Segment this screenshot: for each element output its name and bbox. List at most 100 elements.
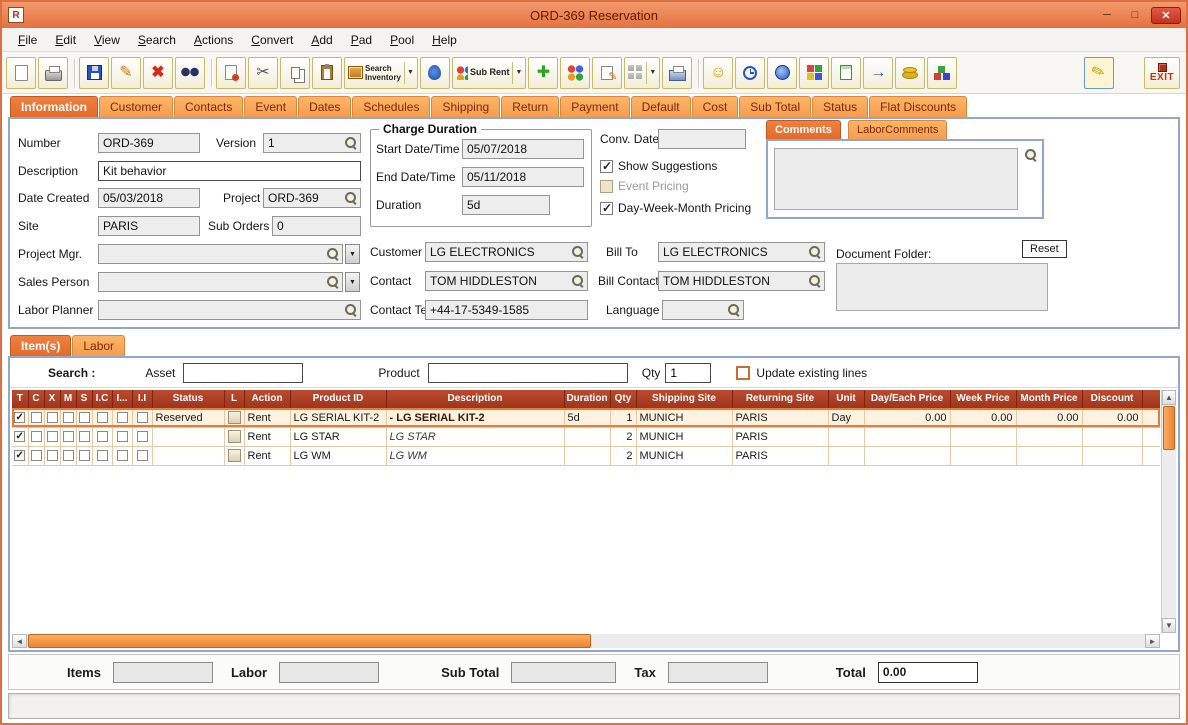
table-row[interactable]: ✓ Rent LG WM LG WM 2 MUNICH PARIS <box>12 446 1160 466</box>
line-options-button[interactable] <box>227 411 241 424</box>
event-pricing-checkbox[interactable] <box>600 179 613 193</box>
row-flag-checkbox[interactable] <box>96 450 108 462</box>
horizontal-scroll-thumb[interactable] <box>28 634 591 648</box>
exit-button[interactable]: EXIT <box>1144 56 1180 89</box>
tab-default[interactable]: Default <box>630 96 691 117</box>
pool-drop-button[interactable] <box>419 56 450 89</box>
column-header[interactable]: S <box>76 390 93 409</box>
version-field[interactable]: 1 <box>263 133 361 153</box>
column-header[interactable]: Month Price <box>1016 390 1083 409</box>
column-header[interactable]: Product ID <box>290 390 387 409</box>
crew-button[interactable] <box>560 56 591 89</box>
row-flag-checkbox[interactable] <box>136 431 148 443</box>
bill-contact-search-icon[interactable] <box>809 275 822 288</box>
copy-button[interactable] <box>280 56 310 89</box>
column-header[interactable]: C <box>28 390 45 409</box>
menu-pad[interactable]: Pad <box>343 30 380 50</box>
cut-button[interactable]: ✂ <box>248 56 278 89</box>
row-flag-checkbox[interactable] <box>30 412 42 424</box>
row-select-checkbox[interactable]: ✓ <box>14 412 26 424</box>
tab-dates[interactable]: Dates <box>298 96 352 117</box>
row-flag-checkbox[interactable] <box>62 450 74 462</box>
vertical-scroll-thumb[interactable] <box>1163 406 1175 450</box>
qty-input[interactable] <box>665 362 712 383</box>
description-field[interactable]: Kit behavior <box>98 161 361 181</box>
payments-button[interactable] <box>895 56 926 89</box>
sales-person-search-icon[interactable] <box>327 276 340 289</box>
menu-convert[interactable]: Convert <box>243 30 301 50</box>
row-flag-checkbox[interactable] <box>116 450 128 462</box>
tab-items[interactable]: Item(s) <box>10 335 72 356</box>
column-header[interactable]: Shipping Site <box>636 390 733 409</box>
project-search-icon[interactable] <box>345 192 358 205</box>
tab-flat-discounts[interactable]: Flat Discounts <box>869 96 968 117</box>
menu-search[interactable]: Search <box>130 30 184 50</box>
web-button[interactable] <box>767 56 798 89</box>
language-search-icon[interactable] <box>728 304 741 317</box>
bill-to-field[interactable]: LG ELECTRONICS <box>658 242 825 262</box>
tab-cost[interactable]: Cost <box>691 96 739 117</box>
menu-help[interactable]: Help <box>424 30 465 50</box>
conv-date-field[interactable] <box>658 129 746 149</box>
row-flag-checkbox[interactable] <box>46 450 58 462</box>
column-header[interactable]: L <box>224 390 245 409</box>
menu-actions[interactable]: Actions <box>186 30 241 50</box>
show-suggestions-checkbox[interactable] <box>600 159 613 173</box>
edit-button[interactable]: ✎ <box>111 56 141 89</box>
row-select-checkbox[interactable]: ✓ <box>14 450 26 462</box>
tab-schedules[interactable]: Schedules <box>352 96 431 117</box>
tab-customer[interactable]: Customer <box>99 96 174 117</box>
row-flag-checkbox[interactable] <box>136 412 148 424</box>
column-header[interactable]: Discount <box>1082 390 1143 409</box>
line-options-button[interactable] <box>227 449 241 462</box>
table-row[interactable]: ✓ Rent LG STAR LG STAR 2 MUNICH PARIS <box>12 427 1160 447</box>
bill-contact-field[interactable]: TOM HIDDLESTON <box>658 271 825 291</box>
date-created-field[interactable]: 05/03/2018 <box>98 188 200 208</box>
row-flag-checkbox[interactable] <box>46 431 58 443</box>
tab-status[interactable]: Status <box>812 96 869 117</box>
save-button[interactable] <box>79 56 109 89</box>
day-week-month-pricing-checkbox[interactable] <box>600 201 613 215</box>
scroll-down-button[interactable]: ▼ <box>1162 618 1176 633</box>
menu-file[interactable]: File <box>10 30 45 50</box>
tab-return[interactable]: Return <box>501 96 560 117</box>
row-flag-checkbox[interactable] <box>136 450 148 462</box>
customer-search-icon[interactable] <box>572 246 585 259</box>
row-flag-checkbox[interactable] <box>96 412 108 424</box>
time-button[interactable] <box>735 56 766 89</box>
notes-button[interactable] <box>831 56 862 89</box>
edit-note-button[interactable] <box>592 56 623 89</box>
column-header[interactable]: Description <box>386 390 565 409</box>
delete-button[interactable]: ✖ <box>143 56 173 89</box>
update-existing-lines-checkbox[interactable] <box>736 365 751 380</box>
customer-smiley-button[interactable]: ☺ <box>703 56 734 89</box>
asset-search-input[interactable] <box>183 362 304 383</box>
column-header[interactable]: Status <box>152 390 225 409</box>
column-header[interactable]: I.I <box>132 390 153 409</box>
column-header[interactable]: Week Price <box>950 390 1017 409</box>
column-header[interactable]: I... <box>112 390 133 409</box>
sales-person-dropdown-button[interactable]: ▼ <box>345 272 360 292</box>
close-button[interactable]: ✕ <box>1151 6 1181 24</box>
column-header[interactable]: Qty <box>610 390 637 409</box>
dropdown-arrow-icon[interactable]: ▼ <box>404 61 414 84</box>
pads-button[interactable]: ▼ <box>624 56 661 89</box>
paste-button[interactable] <box>312 56 342 89</box>
tab-event[interactable]: Event <box>244 96 298 117</box>
row-flag-checkbox[interactable] <box>46 412 58 424</box>
line-options-button[interactable] <box>227 430 241 443</box>
row-flag-checkbox[interactable] <box>62 412 74 424</box>
tab-contacts[interactable]: Contacts <box>174 96 244 117</box>
tab-labor[interactable]: Labor <box>72 335 126 356</box>
scroll-up-button[interactable]: ▲ <box>1162 390 1176 405</box>
menu-add[interactable]: Add <box>303 30 340 50</box>
row-flag-checkbox[interactable] <box>116 412 128 424</box>
tab-payment[interactable]: Payment <box>560 96 630 117</box>
menu-view[interactable]: View <box>86 30 128 50</box>
tab-sub-total[interactable]: Sub Total <box>739 96 812 117</box>
project-mgr-dropdown-button[interactable]: ▼ <box>345 244 360 264</box>
site-field[interactable]: PARIS <box>98 216 200 236</box>
column-header[interactable]: T <box>12 390 29 409</box>
print-button[interactable] <box>38 56 68 89</box>
project-mgr-search-icon[interactable] <box>327 248 340 261</box>
